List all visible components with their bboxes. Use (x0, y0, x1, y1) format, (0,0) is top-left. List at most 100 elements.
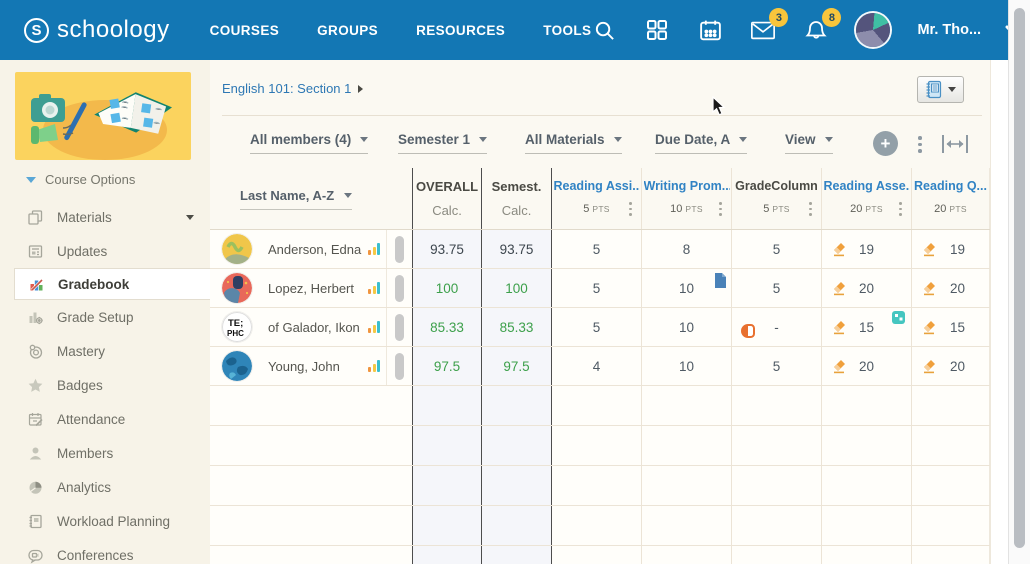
materials-caret-icon[interactable] (186, 215, 194, 220)
semester-column-header[interactable]: Semest. Calc. (482, 168, 552, 229)
grade-cell[interactable]: 20 (912, 347, 990, 385)
apps-grid-icon[interactable] (644, 17, 670, 43)
student-name-link[interactable]: Young, John (268, 359, 340, 374)
sidebar-item-analytics[interactable]: Analytics (0, 470, 210, 504)
breadcrumb-course-link[interactable]: English 101: Section 1 (222, 81, 351, 96)
student-stats-icon[interactable] (368, 282, 380, 294)
column-kebab-menu[interactable] (809, 200, 812, 218)
search-icon[interactable] (591, 17, 617, 43)
sort-order-dropdown[interactable]: Due Date, A (655, 132, 747, 154)
grade-column-title[interactable]: GradeColumn (735, 179, 818, 193)
messages-badge[interactable]: 3 (769, 8, 788, 27)
grade-cell[interactable]: 15 (912, 308, 990, 346)
messages-icon[interactable]: 3 (750, 17, 776, 43)
notifications-icon[interactable]: 8 (803, 17, 829, 43)
student-avatar[interactable] (222, 351, 252, 381)
schoology-logo[interactable]: S schoology (24, 16, 170, 44)
sidebar-item-conferences[interactable]: Conferences (0, 538, 210, 564)
student-name-link[interactable]: of Galador, Ikon (268, 320, 360, 335)
nav-groups[interactable]: GROUPS (317, 23, 378, 38)
student-avatar[interactable]: TE;PHC (222, 312, 252, 342)
assignment-title-link[interactable]: Reading Assi... (554, 179, 640, 193)
course-image[interactable] (15, 72, 191, 160)
student-name-link[interactable]: Lopez, Herbert (268, 281, 354, 296)
semester-grade-cell[interactable]: 85.33 (482, 308, 552, 346)
materials-filter-dropdown[interactable]: All Materials (525, 132, 622, 154)
assignment-title-link[interactable]: Reading Asse... (824, 179, 910, 193)
missing-icon[interactable] (741, 324, 755, 338)
document-icon[interactable] (714, 273, 727, 293)
semester-grade-cell[interactable]: 97.5 (482, 347, 552, 385)
user-avatar[interactable] (856, 13, 890, 47)
sidebar-item-attendance[interactable]: Attendance (0, 402, 210, 436)
student-avatar[interactable] (222, 273, 252, 303)
sidebar-item-materials[interactable]: Materials (0, 200, 210, 234)
overall-grade-cell[interactable]: 85.33 (412, 308, 482, 346)
overall-grade-cell[interactable]: 97.5 (412, 347, 482, 385)
grade-cell[interactable]: 20 (822, 347, 912, 385)
grade-cell[interactable]: 20 (822, 269, 912, 307)
student-avatar[interactable] (222, 234, 252, 264)
name-sort-dropdown[interactable]: Last Name, A-Z (240, 188, 352, 210)
user-name[interactable]: Mr. Tho... (917, 22, 981, 38)
student-stats-icon[interactable] (368, 243, 380, 255)
nav-tools[interactable]: TOOLS (543, 23, 591, 38)
assignment-title-link[interactable]: Writing Prom... (644, 179, 730, 193)
nav-resources[interactable]: RESOURCES (416, 23, 505, 38)
row-scroll-handle[interactable] (395, 314, 404, 341)
grade-cell[interactable]: 10 (642, 269, 732, 307)
semester-grade-cell[interactable]: 100 (482, 269, 552, 307)
overall-grade-cell[interactable]: 100 (412, 269, 482, 307)
row-scroll-handle[interactable] (395, 275, 404, 302)
grade-cell[interactable]: 4 (552, 347, 642, 385)
grade-cell[interactable]: 15 (822, 308, 912, 346)
grade-cell[interactable]: 19 (912, 230, 990, 268)
grade-cell[interactable]: - (732, 308, 822, 346)
nav-courses[interactable]: COURSES (210, 23, 280, 38)
grade-cell[interactable]: 5 (552, 269, 642, 307)
grade-cell[interactable]: 5 (552, 308, 642, 346)
breadcrumb[interactable]: English 101: Section 1 (222, 81, 363, 96)
sidebar-item-updates[interactable]: Updates (0, 234, 210, 268)
add-column-button[interactable]: + (873, 131, 898, 156)
toolbar-kebab-menu[interactable] (918, 133, 922, 156)
rubric-icon[interactable] (892, 311, 905, 329)
assignment-title-link[interactable]: Reading Q... (914, 179, 987, 193)
page-scrollbar[interactable] (1008, 0, 1030, 564)
sidebar-item-mastery[interactable]: Mastery (0, 334, 210, 368)
grade-cell[interactable]: 8 (642, 230, 732, 268)
members-filter-dropdown[interactable]: All members (4) (250, 132, 368, 154)
sidebar-item-members[interactable]: Members (0, 436, 210, 470)
grading-period-dropdown[interactable]: Semester 1 (398, 132, 487, 154)
student-stats-icon[interactable] (368, 321, 380, 333)
grade-cell[interactable]: 5 (732, 269, 822, 307)
expand-columns-icon[interactable] (940, 133, 970, 160)
overall-grade-cell[interactable]: 93.75 (412, 230, 482, 268)
course-options-toggle[interactable]: Course Options (26, 172, 135, 187)
grade-cell[interactable]: 5 (552, 230, 642, 268)
semester-grade-cell[interactable]: 93.75 (482, 230, 552, 268)
grade-cell[interactable]: 5 (732, 230, 822, 268)
row-scroll-handle[interactable] (395, 236, 404, 263)
grade-cell[interactable]: 10 (642, 308, 732, 346)
column-kebab-menu[interactable] (899, 200, 902, 218)
notifications-badge[interactable]: 8 (822, 8, 841, 27)
gradebook-view-button[interactable] (917, 76, 964, 103)
column-kebab-menu[interactable] (629, 200, 632, 218)
grade-cell[interactable]: 10 (642, 347, 732, 385)
sidebar-item-badges[interactable]: Badges (0, 368, 210, 402)
grade-cell[interactable]: 20 (912, 269, 990, 307)
sidebar-item-gradebook[interactable]: Gradebook (14, 268, 210, 300)
student-stats-icon[interactable] (368, 360, 380, 372)
grade-cell[interactable]: 19 (822, 230, 912, 268)
grade-cell[interactable]: 5 (732, 347, 822, 385)
page-scrollbar-thumb[interactable] (1014, 8, 1025, 548)
sidebar-item-workload-planning[interactable]: Workload Planning (0, 504, 210, 538)
column-kebab-menu[interactable] (719, 200, 722, 218)
overall-column-header[interactable]: OVERALL Calc. (412, 168, 482, 229)
calendar-icon[interactable] (697, 17, 723, 43)
row-scroll-handle[interactable] (395, 353, 404, 380)
view-dropdown[interactable]: View (785, 132, 833, 154)
student-name-link[interactable]: Anderson, Edna (268, 242, 361, 257)
sidebar-item-grade-setup[interactable]: Grade Setup (0, 300, 210, 334)
